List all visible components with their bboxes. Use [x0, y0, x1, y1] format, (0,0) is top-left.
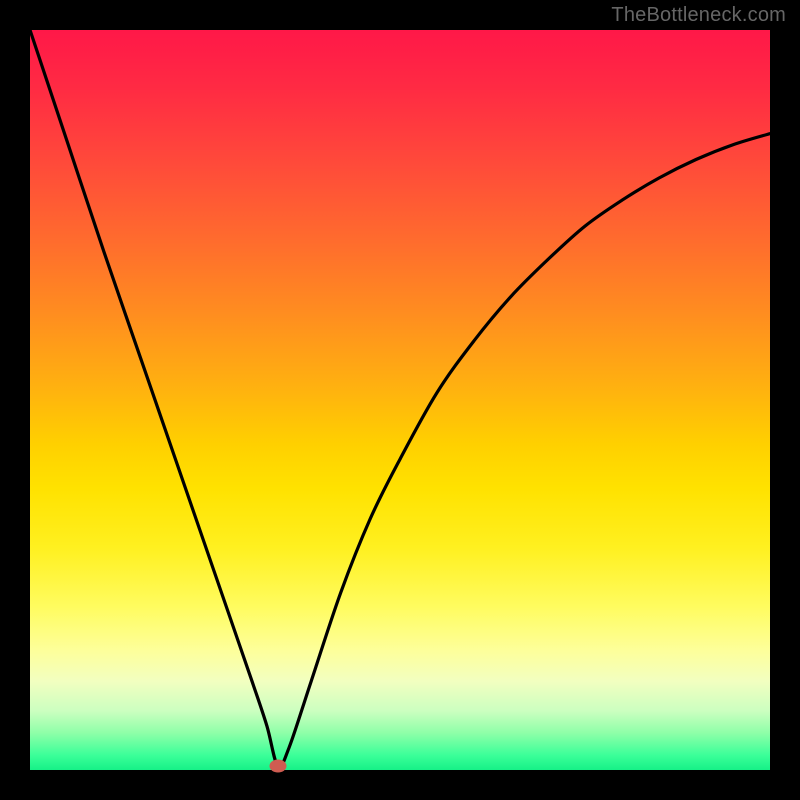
curve-path	[30, 30, 770, 767]
optimal-point-marker	[269, 760, 286, 773]
chart-container: TheBottleneck.com	[0, 0, 800, 800]
bottleneck-curve	[30, 30, 770, 770]
watermark-text: TheBottleneck.com	[611, 4, 786, 27]
plot-area	[30, 30, 770, 770]
